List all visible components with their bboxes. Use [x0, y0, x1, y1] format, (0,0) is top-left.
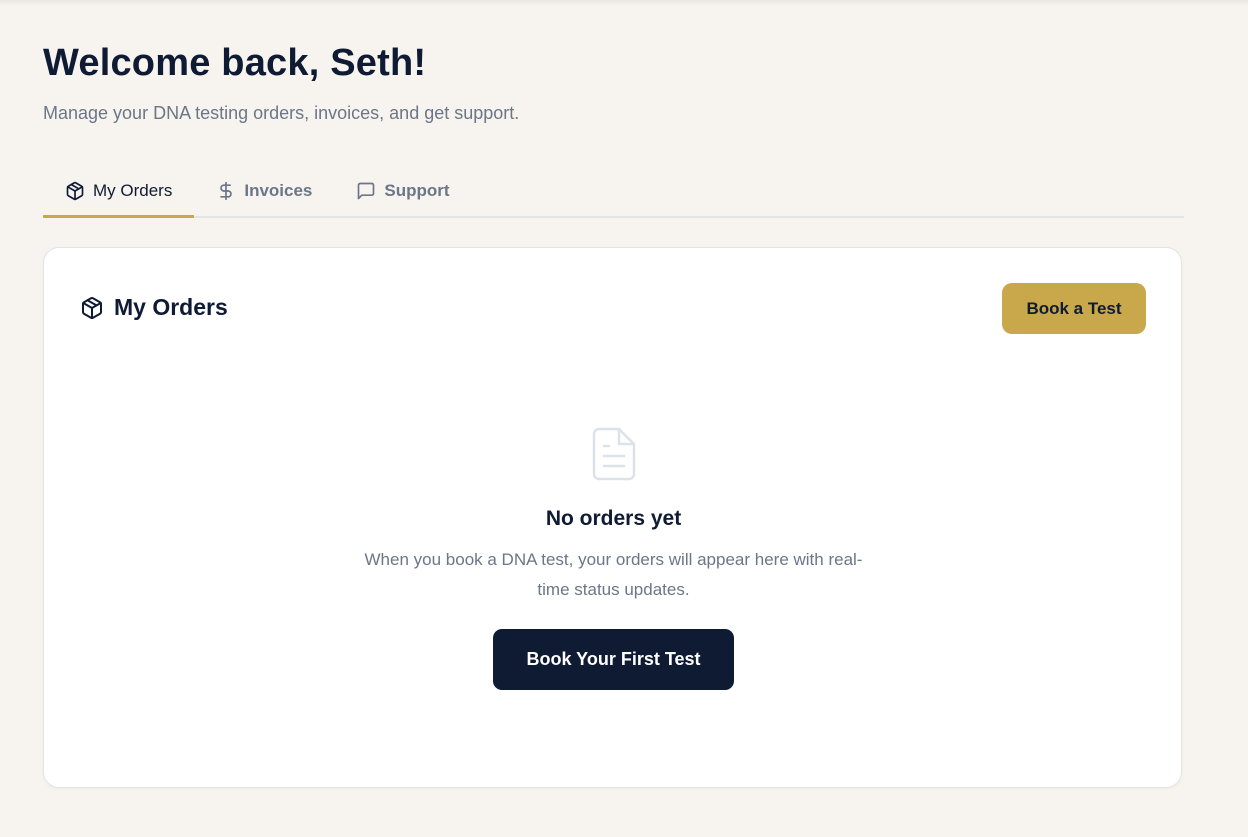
- page-title: Welcome back, Seth!: [43, 42, 427, 84]
- orders-card-title-text: My Orders: [114, 294, 228, 320]
- tab-my-orders[interactable]: My Orders: [43, 166, 195, 218]
- dollar-icon: [216, 181, 236, 201]
- tab-support[interactable]: Support: [334, 166, 471, 216]
- orders-card-title: My Orders: [80, 294, 228, 321]
- package-icon: [65, 181, 85, 201]
- message-icon: [356, 181, 376, 201]
- package-icon: [80, 296, 104, 320]
- page-subtitle: Manage your DNA testing orders, invoices…: [43, 103, 520, 123]
- tab-invoices-label: Invoices: [244, 181, 313, 200]
- book-first-test-button[interactable]: Book Your First Test: [493, 629, 734, 690]
- empty-state: No orders yet When you book a DNA test, …: [44, 426, 1183, 690]
- tab-support-label: Support: [384, 181, 450, 200]
- book-a-test-button[interactable]: Book a Test: [1002, 283, 1146, 334]
- empty-state-description: When you book a DNA test, your orders wi…: [364, 550, 863, 599]
- tab-my-orders-label: My Orders: [93, 181, 173, 200]
- tab-invoices[interactable]: Invoices: [194, 166, 334, 216]
- document-icon: [590, 426, 638, 482]
- tab-bar: My Orders Invoices Support: [43, 166, 1184, 218]
- orders-card: My Orders Book a Test No orders yet When…: [43, 247, 1182, 788]
- header-shadow: [0, 0, 1248, 6]
- empty-state-title: No orders yet: [545, 507, 682, 530]
